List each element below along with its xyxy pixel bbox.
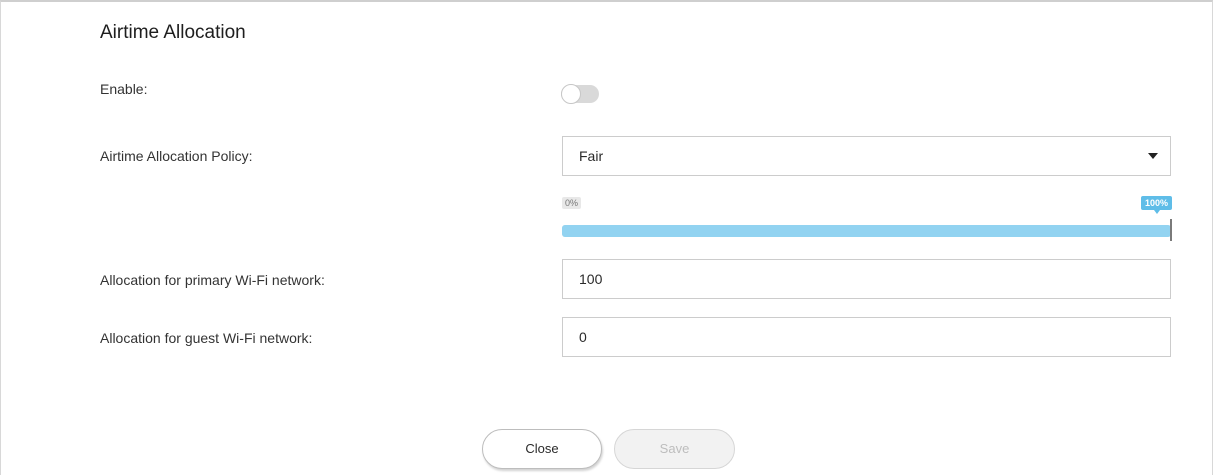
primary-allocation-input[interactable]	[562, 259, 1171, 299]
policy-select[interactable]: Fair	[562, 136, 1171, 176]
policy-selected-value: Fair	[579, 148, 604, 164]
close-button[interactable]: Close	[482, 429, 602, 469]
caret-down-icon	[1148, 153, 1158, 159]
slider-handle[interactable]	[1170, 219, 1172, 241]
enable-toggle[interactable]	[561, 84, 599, 104]
slider-value-badge: 100%	[1141, 196, 1173, 214]
guest-allocation-label: Allocation for guest Wi-Fi network:	[100, 330, 313, 346]
dialog-title: Airtime Allocation	[100, 22, 246, 43]
slider-min-label: 0%	[562, 197, 582, 209]
save-button[interactable]: Save	[614, 429, 735, 469]
guest-allocation-input[interactable]	[562, 317, 1171, 357]
toggle-knob	[561, 84, 581, 104]
policy-label: Airtime Allocation Policy:	[100, 148, 253, 164]
slider-fill	[562, 225, 1171, 237]
enable-label: Enable:	[100, 81, 148, 97]
allocation-slider[interactable]	[562, 219, 1172, 241]
airtime-allocation-dialog: Airtime Allocation Enable: Airtime Alloc…	[0, 0, 1213, 475]
primary-allocation-label: Allocation for primary Wi-Fi network:	[100, 272, 325, 288]
